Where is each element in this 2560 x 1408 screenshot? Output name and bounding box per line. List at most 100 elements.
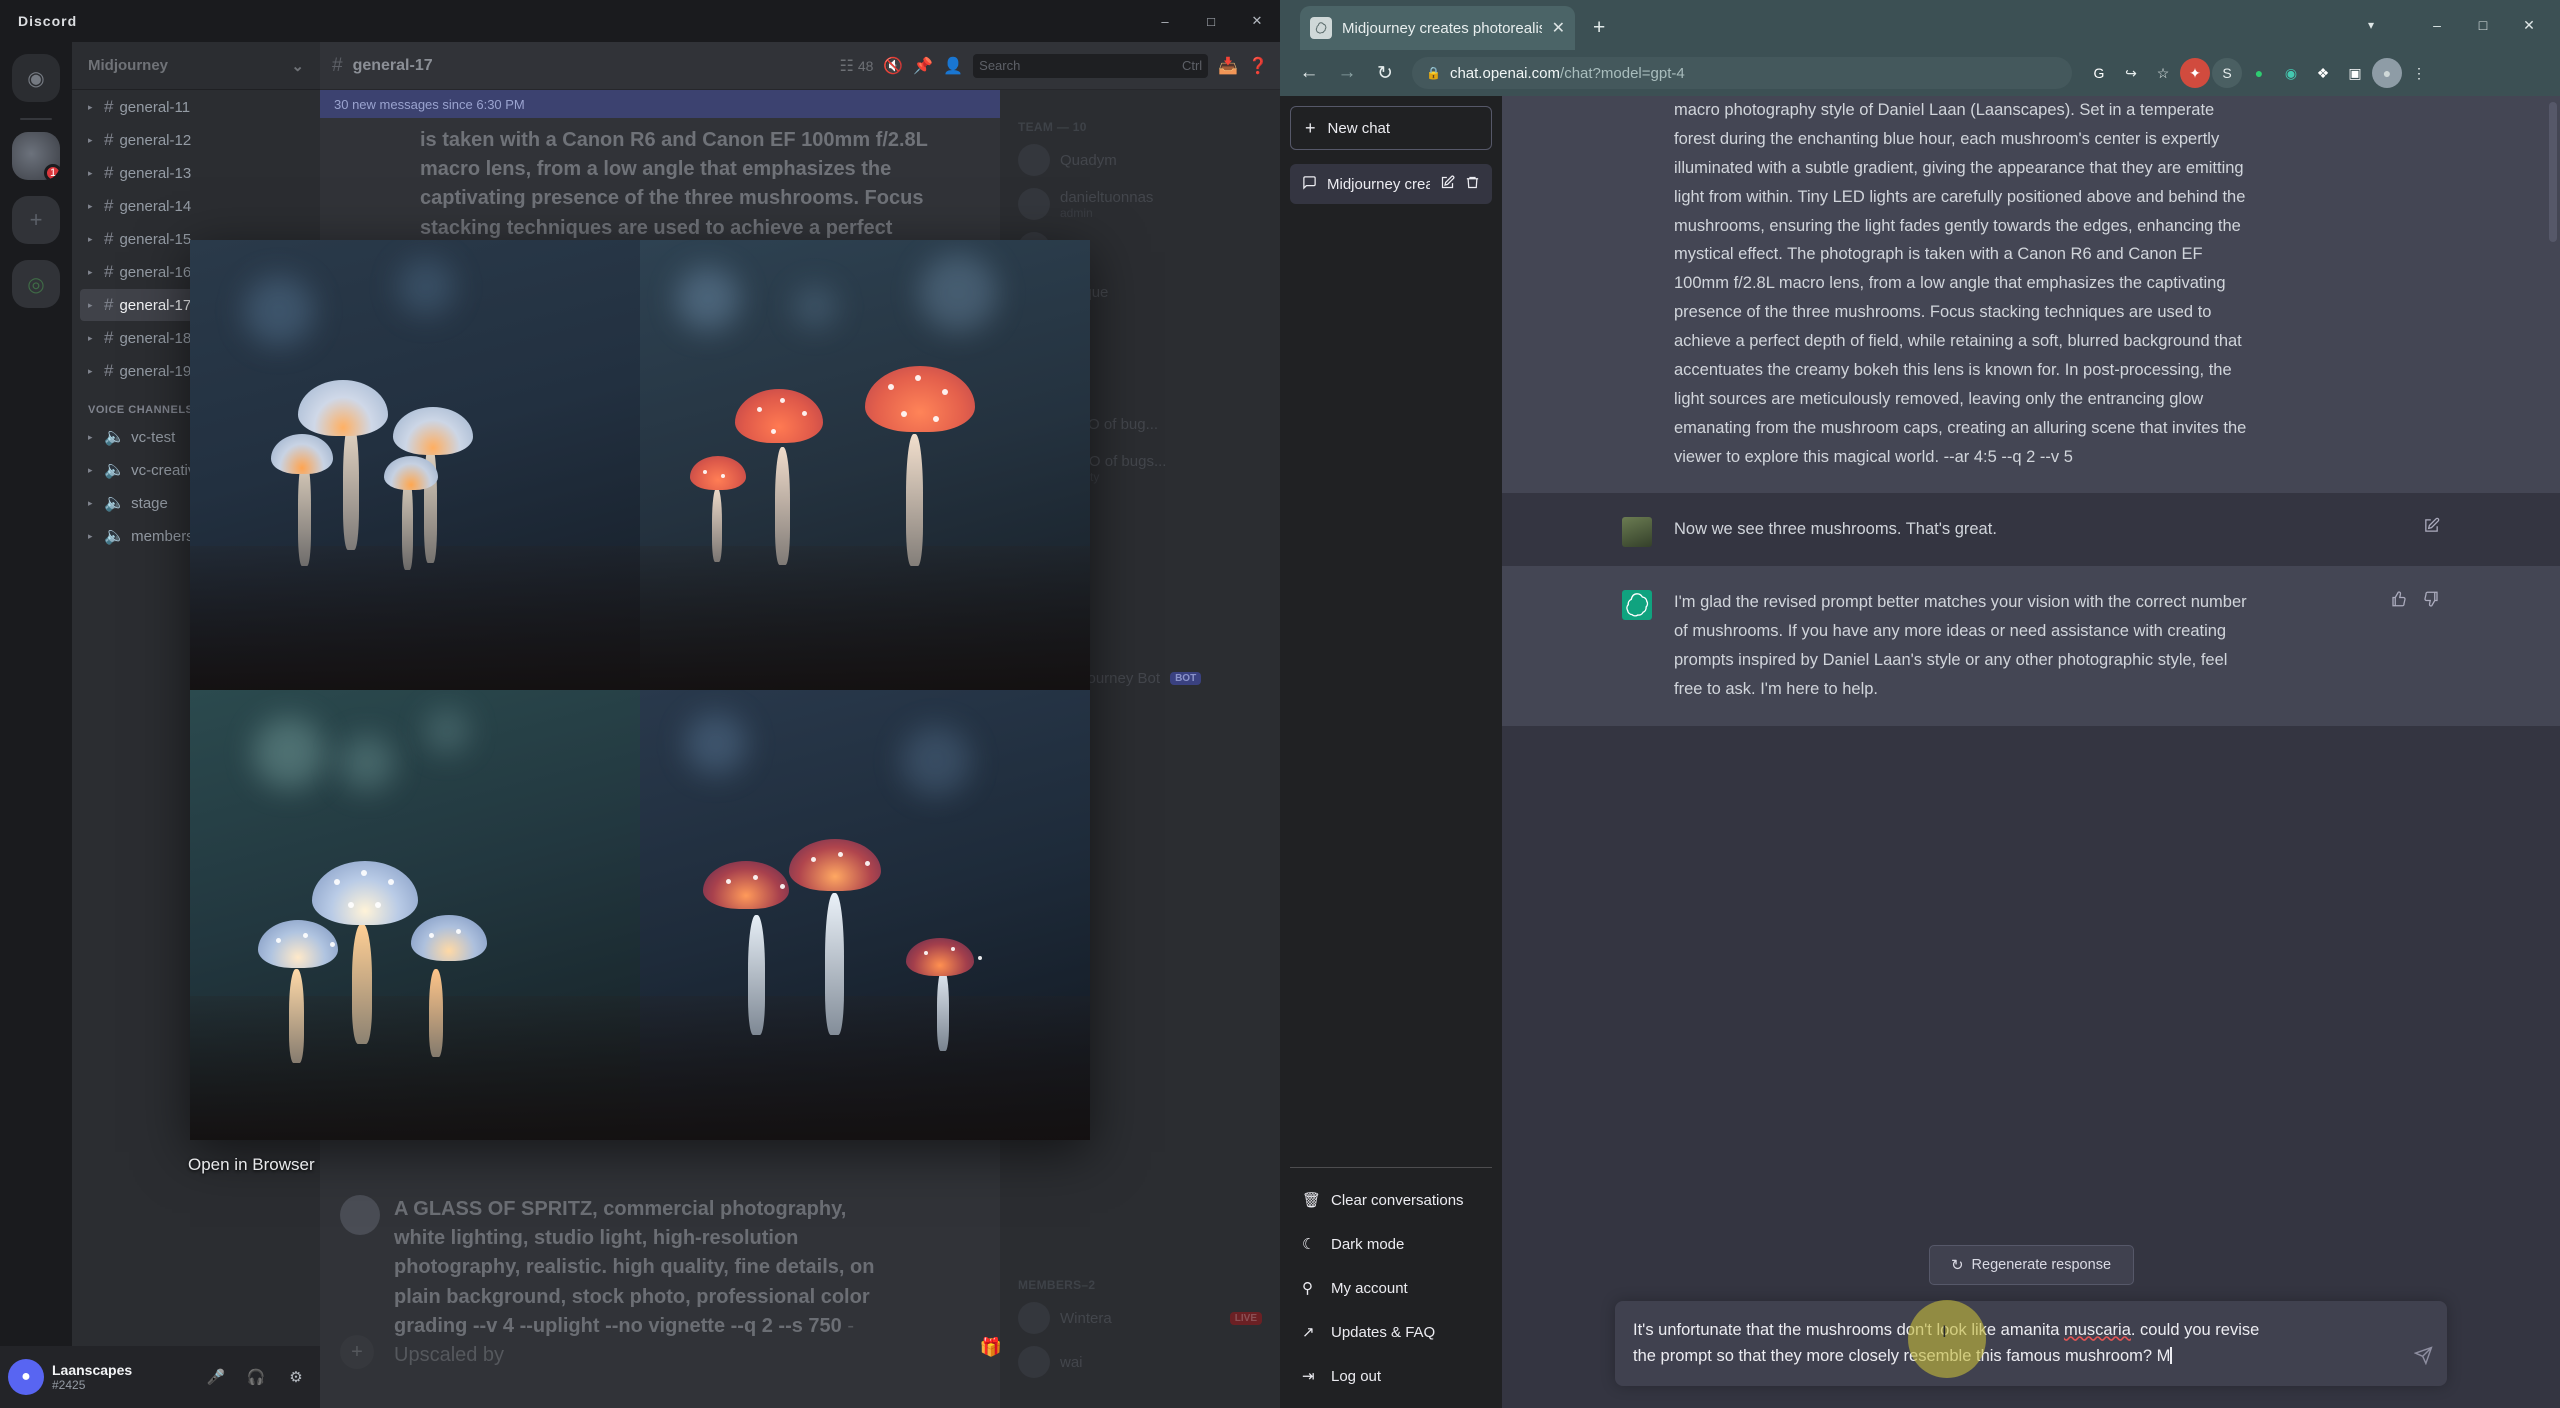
regenerate-response-button[interactable]: ↻ Regenerate response xyxy=(1928,1244,2134,1285)
server-icon-midjourney[interactable]: 1 xyxy=(12,132,60,180)
threads-icon[interactable]: ☷ 48 xyxy=(839,56,873,76)
sidebar-link-log-out[interactable]: ⇥ Log out xyxy=(1290,1354,1492,1398)
adblock-icon[interactable]: ✦ xyxy=(2180,58,2210,88)
google-icon[interactable]: G xyxy=(2084,58,2114,88)
midjourney-image-grid[interactable] xyxy=(190,240,1090,1140)
edit-icon[interactable] xyxy=(2423,517,2440,538)
browser-maximize-button[interactable]: □ xyxy=(2460,0,2506,50)
message-author-avatar[interactable] xyxy=(340,1195,380,1235)
channel-item-general-13[interactable]: ▸ # general-13 xyxy=(80,157,312,189)
speaker-icon: 🔈 xyxy=(104,526,126,545)
discord-guild-header[interactable]: Midjourney ⌄ xyxy=(72,42,320,90)
chatgpt-sidebar: + New chat Midjourney creates pho 🗑 Clear… xyxy=(1280,96,1502,1408)
sidebar-link-label: Log out xyxy=(1331,1367,1382,1385)
thumbs-down-icon[interactable] xyxy=(2422,590,2440,612)
message-textarea[interactable]: It's unfortunate that the mushrooms don'… xyxy=(1633,1317,2399,1370)
live-badge: LIVE xyxy=(1229,1311,1262,1325)
user-avatar[interactable]: ● xyxy=(8,1359,44,1395)
online-member-row[interactable]: Wintera LIVE xyxy=(1012,1298,1268,1338)
chat-scrollbar[interactable] xyxy=(2549,102,2557,242)
chevron-right-icon: ▸ xyxy=(88,299,93,310)
voice-channel-label: stage xyxy=(131,494,168,512)
online-member-row[interactable]: wai xyxy=(1012,1342,1268,1382)
sidebar-link-dark-mode[interactable]: ☾ Dark mode xyxy=(1290,1222,1492,1266)
chevron-down-icon[interactable]: ⌄ xyxy=(291,57,304,75)
address-bar[interactable]: 🔒 chat.openai.com/chat?model=gpt-4 xyxy=(1412,57,2072,89)
profile-avatar[interactable]: ● xyxy=(2372,58,2402,88)
inbox-icon[interactable]: 📥 xyxy=(1218,56,1238,76)
tab-search-chevron-icon[interactable]: ▾ xyxy=(2368,0,2374,50)
grid-image-3[interactable] xyxy=(190,690,640,1140)
user-message: Now we see three mushrooms. That's great… xyxy=(1674,520,1997,539)
plus-icon: + xyxy=(1305,117,1316,138)
new-chat-button[interactable]: + New chat xyxy=(1290,106,1492,150)
send-button[interactable] xyxy=(2413,1346,2433,1370)
pin-icon[interactable]: 📌 xyxy=(913,56,933,76)
add-server-button[interactable]: + xyxy=(12,196,60,244)
grid-image-1[interactable] xyxy=(190,240,640,690)
avatar xyxy=(1018,1302,1050,1334)
member-name: Wintera xyxy=(1060,1309,1112,1327)
reload-button[interactable]: ↻ xyxy=(1368,56,1402,90)
discord-search-input[interactable]: Search Ctrl xyxy=(973,53,1209,78)
deafen-headphones-icon[interactable]: 🎧 xyxy=(240,1361,272,1393)
new-tab-button[interactable]: + xyxy=(1593,16,1605,40)
sidebar-link-my-account[interactable]: ⚲ My account xyxy=(1290,1266,1492,1310)
sidebar-link-updates-faq[interactable]: ↗ Updates & FAQ xyxy=(1290,1310,1492,1354)
discord-window: Discord – □ ✕ ◉ 1 + ◎ Midjourney ⌄ ▸ # gen… xyxy=(0,0,1280,1408)
conversation-item[interactable]: Midjourney creates pho xyxy=(1290,164,1492,204)
thumbs-up-icon[interactable] xyxy=(2390,590,2408,612)
channel-item-general-11[interactable]: ▸ # general-11 xyxy=(80,91,312,123)
explore-servers-button[interactable]: ◎ xyxy=(12,260,60,308)
delete-icon[interactable] xyxy=(1465,175,1480,194)
chevron-right-icon: ▸ xyxy=(88,431,93,442)
close-icon[interactable]: ✕ xyxy=(1552,18,1565,38)
grammarly-icon[interactable]: S xyxy=(2212,58,2242,88)
sidebar-link-clear-conversations[interactable]: 🗑 Clear conversations xyxy=(1290,1178,1492,1222)
sidebar-icon[interactable]: ▣ xyxy=(2340,58,2370,88)
edit-icon[interactable] xyxy=(1440,175,1455,194)
browser-tab-active[interactable]: Midjourney creates photorealistic ✕ xyxy=(1300,6,1575,50)
member-row[interactable]: danieltuonnas admin xyxy=(1012,184,1268,224)
grid-image-4[interactable] xyxy=(640,690,1090,1140)
speaker-icon: 🔈 xyxy=(104,460,126,479)
mute-mic-icon[interactable]: 🎤 xyxy=(200,1361,232,1393)
user-settings-gear-icon[interactable]: ⚙ xyxy=(280,1361,312,1393)
gift-icon[interactable]: 🎁 xyxy=(980,1337,1002,1367)
channel-item-general-14[interactable]: ▸ # general-14 xyxy=(80,190,312,222)
discord-close-button[interactable]: ✕ xyxy=(1234,0,1280,42)
chevron-right-icon: ▸ xyxy=(88,167,93,178)
channel-label: general-16 xyxy=(119,263,192,281)
forward-button[interactable]: → xyxy=(1330,56,1364,90)
discord-composer[interactable]: + 🎁 🎞 🖹 ☺ xyxy=(340,1335,1100,1369)
member-row[interactable]: Quadym xyxy=(1012,140,1268,180)
members-icon[interactable]: 👤 xyxy=(943,56,963,76)
chrome-menu-icon[interactable]: ⋮ xyxy=(2404,58,2434,88)
hash-icon: # xyxy=(104,130,114,149)
discord-home-button[interactable]: ◉ xyxy=(12,54,60,102)
speaker-icon: 🔈 xyxy=(104,493,126,512)
teal-circle-icon[interactable]: ◉ xyxy=(2276,58,2306,88)
chat-bubble-icon xyxy=(1302,175,1317,194)
puzzle-extensions-icon[interactable]: ❖ xyxy=(2308,58,2338,88)
notifications-muted-icon[interactable]: 🔇 xyxy=(883,56,903,76)
new-chat-label: New chat xyxy=(1327,119,1391,137)
color-wheel-icon[interactable]: ● xyxy=(2244,58,2274,88)
discord-maximize-button[interactable]: □ xyxy=(1188,0,1234,42)
share-icon[interactable]: ↪ xyxy=(2116,58,2146,88)
avatar xyxy=(1018,188,1050,220)
browser-minimize-button[interactable]: – xyxy=(2414,0,2460,50)
help-icon[interactable]: ❓ xyxy=(1248,56,1268,76)
discord-minimize-button[interactable]: – xyxy=(1142,0,1188,42)
grid-image-2[interactable] xyxy=(640,240,1090,690)
channel-item-general-12[interactable]: ▸ # general-12 xyxy=(80,124,312,156)
open-in-browser-label[interactable]: Open in Browser xyxy=(188,1155,315,1175)
browser-close-button[interactable]: ✕ xyxy=(2506,0,2552,50)
message-prompt-text: A GLASS OF SPRITZ, commercial photograph… xyxy=(394,1198,875,1337)
message-input-box[interactable]: It's unfortunate that the mushrooms don'… xyxy=(1615,1300,2447,1386)
attach-plus-icon[interactable]: + xyxy=(340,1335,374,1369)
user-message-actions xyxy=(2423,517,2440,538)
team-group-label: TEAM — 10 xyxy=(1018,120,1087,134)
bookmark-star-icon[interactable]: ☆ xyxy=(2148,58,2178,88)
back-button[interactable]: ← xyxy=(1292,56,1326,90)
